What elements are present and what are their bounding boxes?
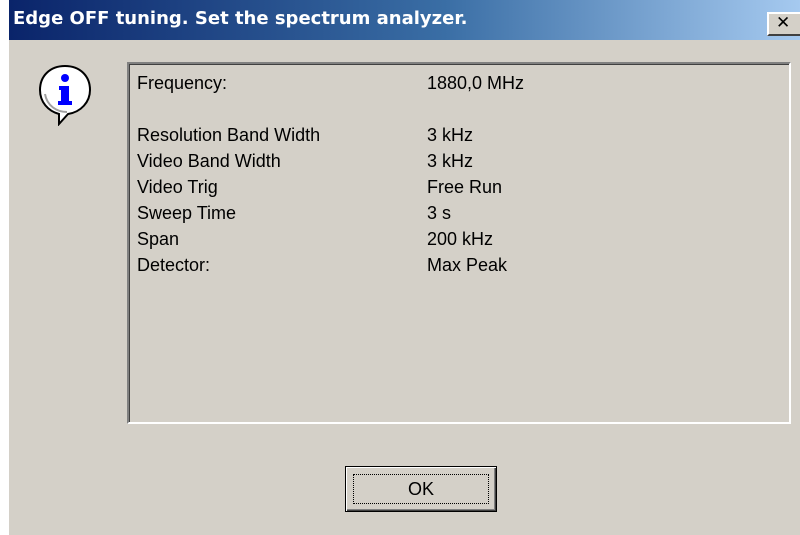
close-icon: ✕	[776, 13, 791, 33]
info-icon	[37, 64, 93, 127]
setting-value: 3 kHz	[427, 151, 474, 171]
setting-value: Max Peak	[427, 255, 508, 275]
dialog-window: Edge OFF tuning. Set the spectrum analyz…	[8, 0, 800, 535]
setting-value: 3 s	[427, 203, 452, 223]
settings-panel: Frequency: 1880,0 MHz Resolution Band Wi…	[127, 62, 791, 424]
setting-label: Sweep Time	[137, 203, 237, 223]
ok-button-label: OK	[407, 479, 434, 499]
setting-value: Free Run	[427, 177, 503, 197]
setting-label: Frequency:	[137, 73, 228, 93]
setting-label: Span	[137, 229, 180, 249]
setting-label: Video Band Width	[137, 151, 281, 171]
setting-value: 1880,0 MHz	[427, 73, 525, 93]
setting-label: Resolution Band Width	[137, 125, 321, 145]
setting-label: Video Trig	[137, 177, 218, 197]
ok-button[interactable]: OK	[345, 466, 497, 512]
setting-value: 200 kHz	[427, 229, 494, 249]
setting-label: Detector:	[137, 255, 211, 275]
setting-value: 3 kHz	[427, 125, 474, 145]
title-bar[interactable]: Edge OFF tuning. Set the spectrum analyz…	[9, 0, 800, 40]
window-title: Edge OFF tuning. Set the spectrum analyz…	[13, 8, 468, 29]
close-button[interactable]: ✕	[767, 12, 800, 36]
